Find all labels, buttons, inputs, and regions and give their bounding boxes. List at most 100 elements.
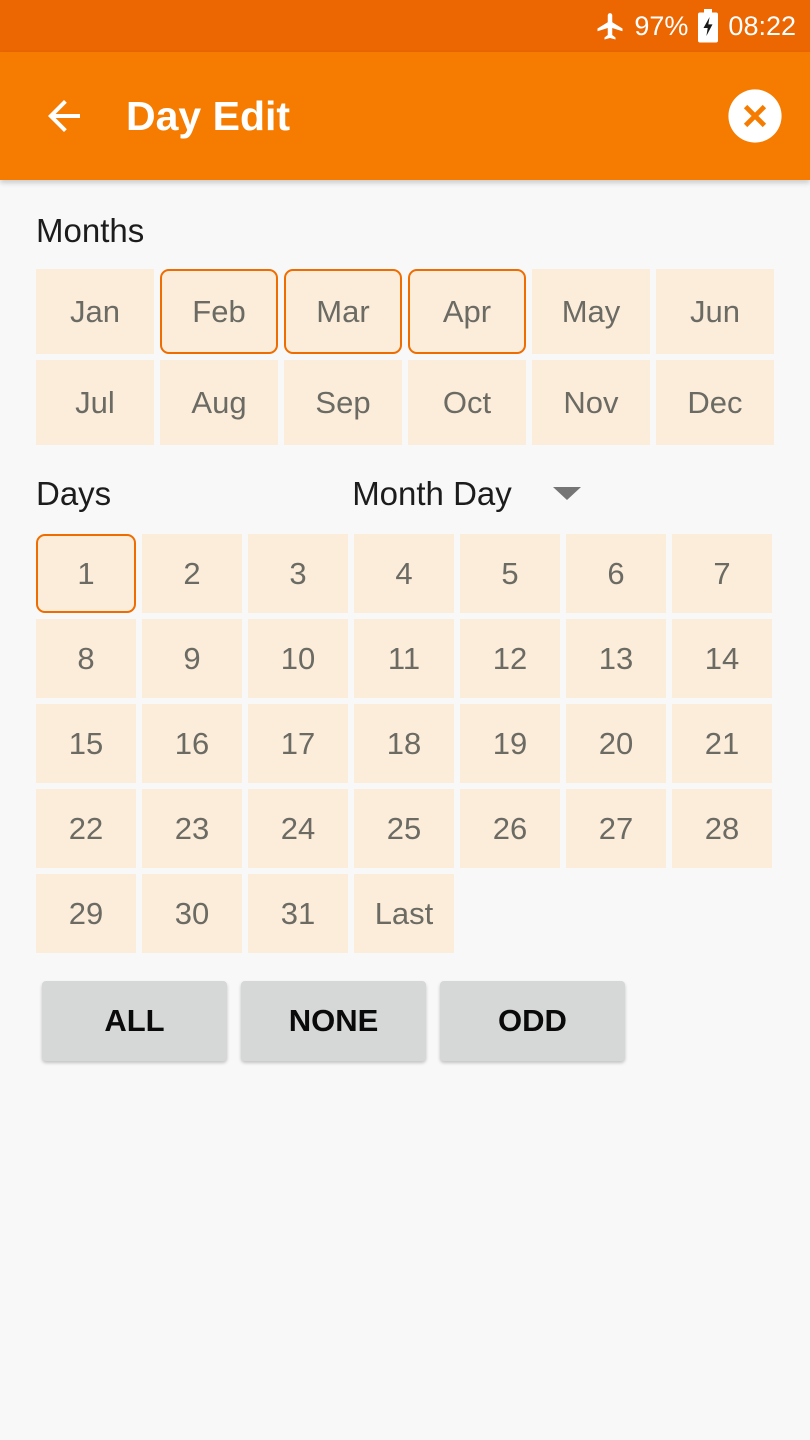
- day-tile-label: 17: [280, 725, 316, 761]
- day-tile-9[interactable]: 9: [142, 619, 242, 698]
- month-tile-label: Sep: [315, 384, 371, 420]
- back-arrow-icon: [48, 100, 80, 132]
- back-button[interactable]: [38, 90, 90, 142]
- day-tile-22[interactable]: 22: [36, 789, 136, 868]
- day-tile-label: 10: [280, 640, 316, 676]
- day-tile-label: 23: [174, 810, 210, 846]
- day-tile-31[interactable]: 31: [248, 874, 348, 953]
- day-tile-label: 24: [280, 810, 316, 846]
- month-tile-label: Dec: [687, 384, 743, 420]
- close-circle-icon: [728, 89, 782, 143]
- month-tile-oct[interactable]: Oct: [408, 360, 526, 445]
- day-tile-label: 19: [492, 725, 528, 761]
- day-tile-20[interactable]: 20: [566, 704, 666, 783]
- day-tile-label: 26: [492, 810, 528, 846]
- day-tile-2[interactable]: 2: [142, 534, 242, 613]
- day-tile-16[interactable]: 16: [142, 704, 242, 783]
- day-tile-10[interactable]: 10: [248, 619, 348, 698]
- day-mode-value: Month Day: [352, 475, 512, 512]
- months-section-header: Months: [0, 180, 810, 247]
- day-tile-label: 27: [598, 810, 634, 846]
- month-tile-dec[interactable]: Dec: [656, 360, 774, 445]
- day-tile-26[interactable]: 26: [460, 789, 560, 868]
- day-tile-label: 12: [492, 640, 528, 676]
- days-label: Days: [36, 475, 112, 512]
- day-tile-15[interactable]: 15: [36, 704, 136, 783]
- day-tile-11[interactable]: 11: [354, 619, 454, 698]
- day-tile-label: 8: [77, 640, 95, 676]
- day-tile-label: 13: [598, 640, 634, 676]
- battery-percent-label: 97%: [634, 10, 689, 41]
- day-tile-label: 22: [68, 810, 104, 846]
- action-button-row: ALL NONE ODD: [0, 953, 810, 1061]
- month-tile-label: Nov: [563, 384, 619, 420]
- select-all-button[interactable]: ALL: [42, 981, 227, 1061]
- day-mode-dropdown[interactable]: Month Day: [352, 477, 581, 510]
- day-tile-label: 1: [77, 555, 95, 591]
- month-tile-jan[interactable]: Jan: [36, 269, 154, 354]
- day-tile-24[interactable]: 24: [248, 789, 348, 868]
- month-tile-label: Aug: [191, 384, 247, 420]
- day-tile-19[interactable]: 19: [460, 704, 560, 783]
- month-tile-feb[interactable]: Feb: [160, 269, 278, 354]
- day-tile-7[interactable]: 7: [672, 534, 772, 613]
- day-tile-23[interactable]: 23: [142, 789, 242, 868]
- month-tile-jun[interactable]: Jun: [656, 269, 774, 354]
- months-label: Months: [36, 212, 145, 249]
- month-tile-label: Feb: [192, 293, 246, 329]
- day-tile-8[interactable]: 8: [36, 619, 136, 698]
- day-tile-27[interactable]: 27: [566, 789, 666, 868]
- day-tile-label: 9: [183, 640, 201, 676]
- month-tile-label: Oct: [442, 384, 492, 420]
- content-area: Months Jan Feb Mar Apr May Jun Jul Aug S…: [0, 180, 810, 1061]
- month-tile-sep[interactable]: Sep: [284, 360, 402, 445]
- month-tile-label: Jul: [75, 384, 115, 420]
- day-tile-label: 15: [68, 725, 104, 761]
- day-tile-label: 18: [386, 725, 422, 761]
- day-tile-label: 28: [704, 810, 740, 846]
- month-tile-nov[interactable]: Nov: [532, 360, 650, 445]
- day-tile-13[interactable]: 13: [566, 619, 666, 698]
- day-tile-label: 14: [704, 640, 740, 676]
- month-tile-apr[interactable]: Apr: [408, 269, 526, 354]
- day-tile-18[interactable]: 18: [354, 704, 454, 783]
- day-tile-6[interactable]: 6: [566, 534, 666, 613]
- day-tile-25[interactable]: 25: [354, 789, 454, 868]
- month-tile-aug[interactable]: Aug: [160, 360, 278, 445]
- day-tile-label: 30: [174, 895, 210, 931]
- day-tile-label: 31: [280, 895, 316, 931]
- day-tile-label: 7: [713, 555, 731, 591]
- day-tile-28[interactable]: 28: [672, 789, 772, 868]
- status-bar-right-cluster: 97% 08:22: [595, 9, 796, 43]
- day-tile-14[interactable]: 14: [672, 619, 772, 698]
- battery-charging-icon: [698, 9, 719, 43]
- day-tile-3[interactable]: 3: [248, 534, 348, 613]
- day-tile-29[interactable]: 29: [36, 874, 136, 953]
- day-tile-5[interactable]: 5: [460, 534, 560, 613]
- day-tile-label: 4: [395, 555, 413, 591]
- month-tile-jul[interactable]: Jul: [36, 360, 154, 445]
- days-section-header: Days Month Day: [0, 445, 810, 510]
- select-odd-button[interactable]: ODD: [440, 981, 625, 1061]
- day-tile-12[interactable]: 12: [460, 619, 560, 698]
- day-tile-last[interactable]: Last: [354, 874, 454, 953]
- day-tile-30[interactable]: 30: [142, 874, 242, 953]
- day-tile-label: 20: [598, 725, 634, 761]
- day-tile-label: 16: [174, 725, 210, 761]
- status-bar: 97% 08:22: [0, 0, 810, 52]
- day-tile-17[interactable]: 17: [248, 704, 348, 783]
- month-tile-mar[interactable]: Mar: [284, 269, 402, 354]
- day-tile-label: 29: [68, 895, 104, 931]
- close-button[interactable]: [726, 87, 784, 145]
- month-tile-may[interactable]: May: [532, 269, 650, 354]
- day-tile-4[interactable]: 4: [354, 534, 454, 613]
- month-tile-label: Mar: [316, 293, 370, 329]
- day-tile-21[interactable]: 21: [672, 704, 772, 783]
- day-tile-1[interactable]: 1: [36, 534, 136, 613]
- day-tile-label: 2: [183, 555, 201, 591]
- clock-label: 08:22: [728, 10, 796, 41]
- month-tile-label: Jun: [690, 293, 740, 329]
- day-tile-label: 3: [289, 555, 307, 591]
- select-none-button[interactable]: NONE: [241, 981, 426, 1061]
- day-tile-label: 5: [501, 555, 519, 591]
